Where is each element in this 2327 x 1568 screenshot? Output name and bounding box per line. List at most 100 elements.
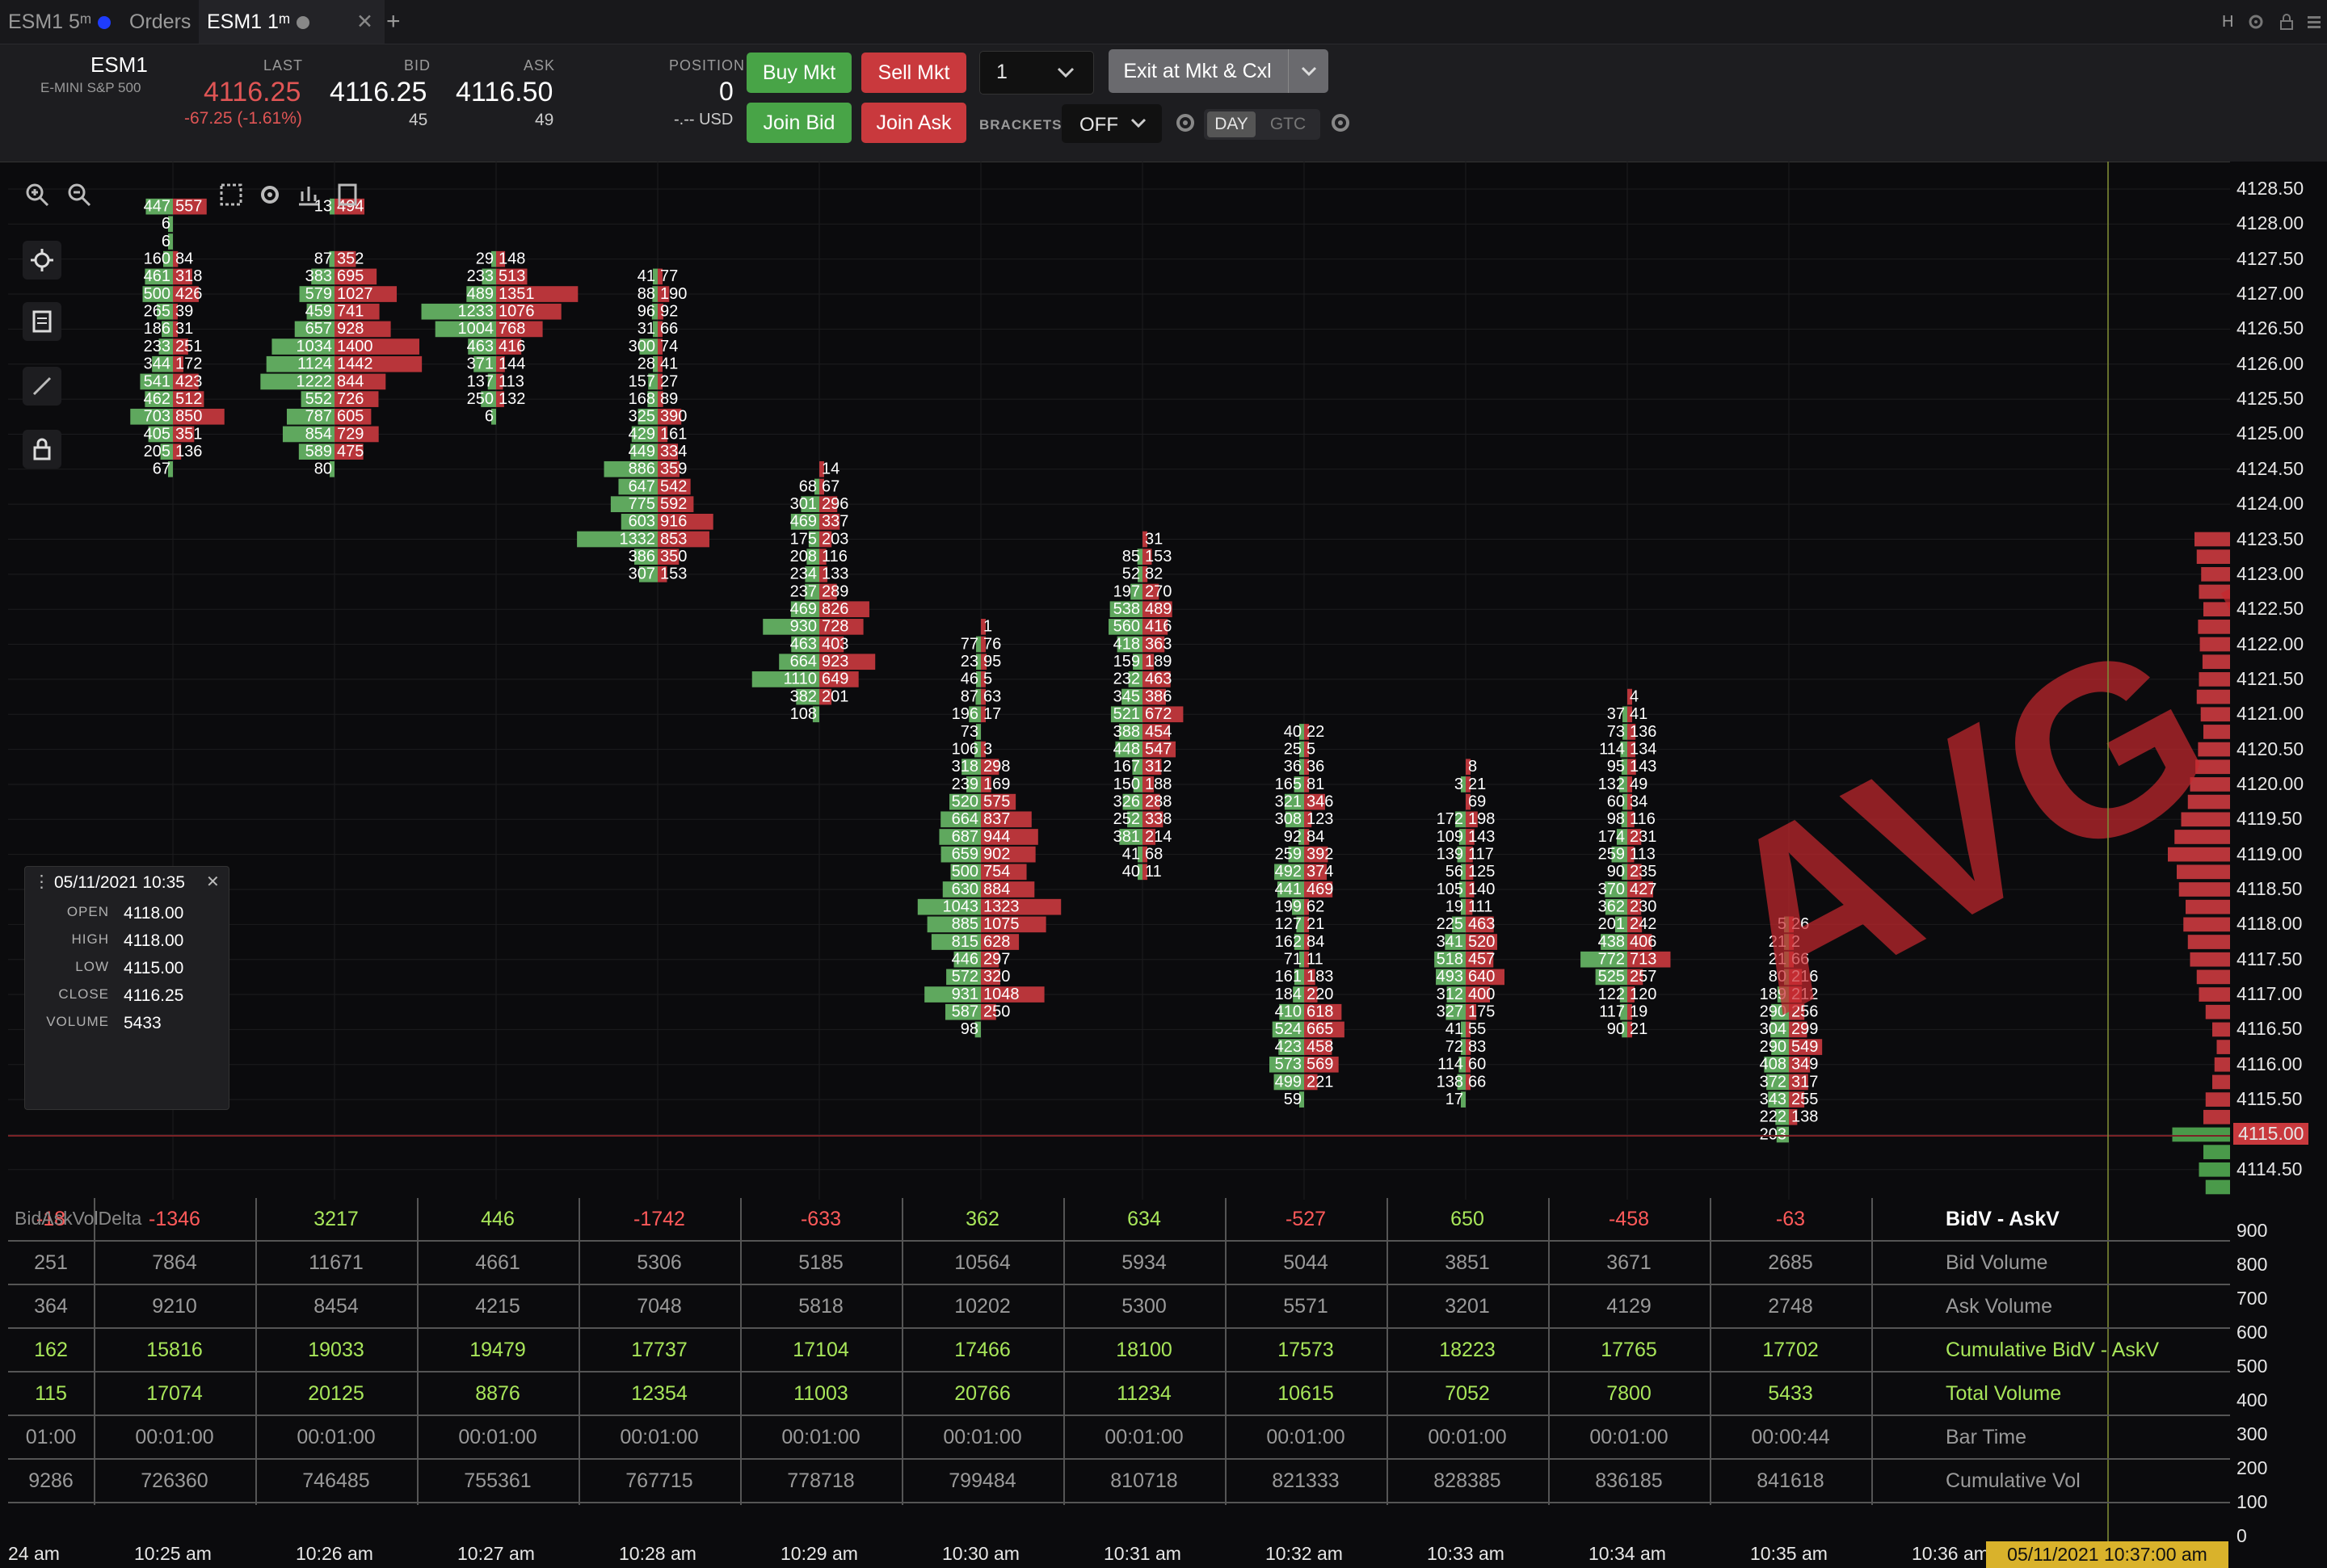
bid-volume-label: 461 xyxy=(144,267,170,285)
bid-volume-label: 429 xyxy=(629,425,655,443)
footprint-chart[interactable]: 447 55766160 84461 318500 426265 39186 31233 25… xyxy=(0,162,2230,1200)
ask-volume-label: 359 xyxy=(660,460,687,478)
bid-volume-label: 931 xyxy=(952,986,978,1003)
ask-volume-label: 416 xyxy=(499,338,525,355)
drag-handle-icon[interactable]: ⋮ xyxy=(33,872,50,892)
ask-size: 49 xyxy=(535,111,554,129)
bid-volume-label: 885 xyxy=(952,915,978,933)
zoom-out-icon[interactable] xyxy=(66,182,92,208)
lock-drawings-tool[interactable] xyxy=(23,430,61,469)
bid-volume-label: 92 xyxy=(1284,828,1302,846)
crosshair-tool[interactable] xyxy=(23,241,61,280)
chevron-down-icon xyxy=(1057,67,1075,78)
ask-volume-label: 513 xyxy=(499,267,525,285)
join-ask-button[interactable]: Join Ask xyxy=(861,103,966,143)
add-tab-button[interactable]: + xyxy=(378,0,409,44)
stats-cell: 799484 xyxy=(949,1469,1016,1492)
stats-cell: 778718 xyxy=(787,1469,855,1492)
exit-at-market-button[interactable]: Exit at Mkt & Cxl xyxy=(1109,49,1286,93)
ask-volume-label: 19 xyxy=(1630,1003,1647,1021)
bid-volume-label: 521 xyxy=(1113,705,1140,723)
hide-button[interactable]: H xyxy=(2214,0,2241,44)
brackets-select[interactable]: OFF xyxy=(1062,104,1162,143)
quantity-input[interactable]: 1 xyxy=(979,51,1094,95)
indicators-icon[interactable] xyxy=(296,182,322,208)
ask-volume-label: 3 xyxy=(983,740,992,758)
stats-cell: 7052 xyxy=(1445,1382,1490,1405)
ohlc-date: 05/11/2021 10:35 xyxy=(54,873,185,892)
footprint-bar: 4 37 41 73 136 114 134 95 143 132 49 60 34 98 116 174 23… xyxy=(1580,687,1671,1038)
volume-profile-bar xyxy=(2214,1057,2230,1072)
ask-volume-label: 190 xyxy=(660,285,687,303)
tab-esm1-1m[interactable]: ESM1 1ᵐ ✕ xyxy=(199,0,385,44)
stats-cell: 15816 xyxy=(146,1339,203,1361)
ask-volume-label: 230 xyxy=(1630,898,1656,916)
tif-settings-gear-icon[interactable] xyxy=(1328,111,1353,135)
bid-volume-label: 775 xyxy=(629,495,655,513)
tab-label: Orders xyxy=(129,11,191,33)
ask-volume-label: 569 xyxy=(1307,1056,1333,1074)
zoom-in-icon[interactable] xyxy=(24,182,50,208)
bid-volume-label: 687 xyxy=(952,828,978,846)
instrument-name: E-MINI S&P 500 xyxy=(40,80,141,95)
volume-profile-bar xyxy=(2205,1179,2230,1195)
ask-volume-label: 201 xyxy=(822,687,848,705)
price-axis[interactable]: 4128.50 4128.00 4127.50 4127.00 4126.50 4126.… xyxy=(2230,162,2327,1568)
ask-volume-label: 296 xyxy=(822,495,848,513)
buy-market-button[interactable]: Buy Mkt xyxy=(747,53,852,93)
stats-row-label: Cumulative Vol xyxy=(1946,1469,2081,1492)
price-tick-label: 4116.00 xyxy=(2237,1053,2303,1074)
stats-cell: 00:01:00 xyxy=(1589,1426,1668,1448)
footprint-bar: 447 55766160 84461 318500 426265 39186 31233 25… xyxy=(130,198,225,478)
tab-esm1-5m[interactable]: ESM1 5ᵐ xyxy=(0,0,119,44)
bracket-settings-gear-icon[interactable] xyxy=(1173,111,1197,135)
line-draw-tool[interactable] xyxy=(23,367,61,406)
join-bid-button[interactable]: Join Bid xyxy=(747,103,852,143)
close-icon[interactable]: ✕ xyxy=(206,872,220,892)
stats-cell: 00:01:00 xyxy=(781,1426,861,1448)
bid-volume-label: 301 xyxy=(790,495,817,513)
gtc-option[interactable]: GTC xyxy=(1262,111,1314,137)
ask-volume-label: 665 xyxy=(1307,1020,1333,1038)
exit-options-dropdown[interactable] xyxy=(1288,49,1329,93)
stats-cell: 746485 xyxy=(302,1469,370,1492)
bid-volume-label: 423 xyxy=(1275,1038,1302,1056)
ask-volume-label: 618 xyxy=(1307,1003,1333,1021)
time-axis[interactable]: 24 am 10:25 am 10:26 am 10:27 am 10:28 am 10:… xyxy=(0,1539,2230,1568)
ask-volume-label: 136 xyxy=(175,443,202,460)
sell-market-button[interactable]: Sell Mkt xyxy=(861,53,966,93)
footprint-bar: 13 49487 352383 695579 1027459 741657 9281034 1… xyxy=(260,198,423,478)
bid-volume-label: 388 xyxy=(1113,723,1140,741)
bid-volume-label: 234 xyxy=(790,565,817,583)
last-label: LAST xyxy=(263,57,304,74)
bid-volume-label: 659 xyxy=(952,845,978,863)
bid-volume-label: 1043 xyxy=(943,898,979,916)
ask-volume-label: 374 xyxy=(1307,863,1333,881)
bid-volume-label: 174 xyxy=(1598,828,1625,846)
notes-tool[interactable] xyxy=(23,302,61,341)
template-icon[interactable] xyxy=(335,182,360,208)
ask-volume-label: 133 xyxy=(822,565,848,583)
price-tick-label: 4117.50 xyxy=(2237,948,2303,969)
ask-volume-label: 458 xyxy=(1307,1038,1333,1056)
price-tick-label: 4128.00 xyxy=(2237,212,2304,234)
bid-volume-label: 318 xyxy=(952,758,978,776)
bid-volume-label: 371 xyxy=(467,355,494,373)
chart-settings-gear-icon[interactable] xyxy=(257,182,283,208)
stats-cell: 8454 xyxy=(313,1295,359,1318)
day-option[interactable]: DAY xyxy=(1207,111,1256,137)
menu-icon[interactable] xyxy=(2304,12,2324,32)
gear-icon[interactable] xyxy=(2246,12,2266,32)
select-area-icon[interactable] xyxy=(218,182,244,208)
close-icon[interactable]: ✕ xyxy=(356,0,373,44)
open-label: OPEN xyxy=(66,904,109,919)
bid-volume-label: 77 xyxy=(961,635,978,653)
stats-row-label: BidV - AskV xyxy=(1946,1208,2060,1230)
bid-volume-label: 205 xyxy=(144,443,170,460)
ask-volume-label: 884 xyxy=(983,881,1010,898)
price-tick-label: 4116.50 xyxy=(2237,1018,2303,1040)
bid-volume-label: 290 xyxy=(1760,1038,1786,1056)
lock-icon[interactable] xyxy=(2277,12,2296,32)
tab-orders[interactable]: Orders xyxy=(121,0,199,44)
stats-cell: 650 xyxy=(1450,1208,1484,1230)
